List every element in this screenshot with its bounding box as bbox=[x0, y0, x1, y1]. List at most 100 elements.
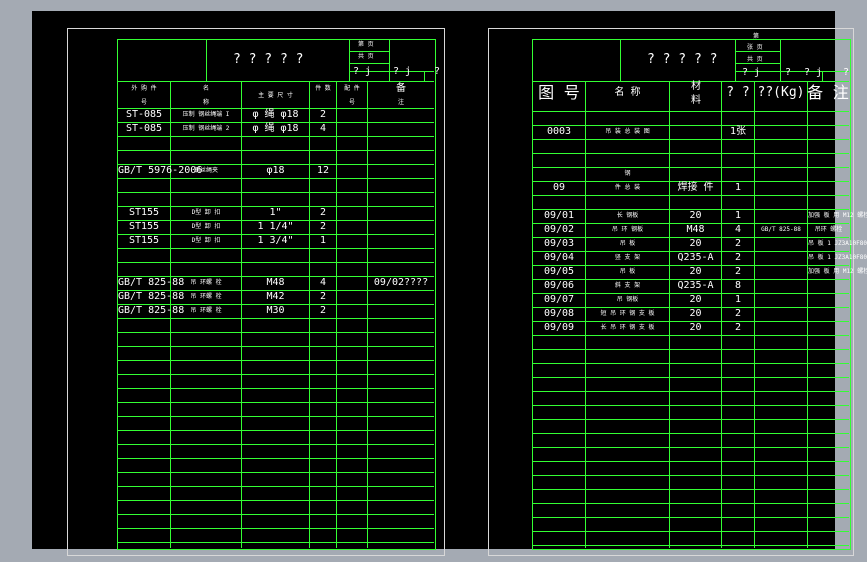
cell-part-name: 吊 装 总 装 图 bbox=[605, 128, 650, 135]
cell-part-name: D型 卸 扣 bbox=[191, 223, 221, 230]
left-tb-a: 第 页 bbox=[358, 41, 374, 48]
cell-part-code: ST-085 bbox=[125, 109, 163, 120]
grid-line bbox=[117, 346, 434, 347]
cell-part-code: ST155 bbox=[128, 221, 160, 232]
cell-quantity: 12 bbox=[316, 165, 330, 176]
grid-line bbox=[117, 150, 434, 151]
cell-main-size: φ 绳 φ18 bbox=[252, 109, 299, 120]
grid-line bbox=[117, 486, 434, 487]
cell-drawing-no: 09/09 bbox=[543, 322, 575, 333]
cell-part-name: D型 卸 扣 bbox=[191, 209, 221, 216]
cell-quantity: 2 bbox=[319, 291, 327, 302]
cell-remark: 吊 板 1 JZ3A10F80 bbox=[808, 254, 867, 261]
cell-part-name: 短 吊 环 钢 支 板 bbox=[600, 310, 655, 317]
grid-line bbox=[117, 192, 434, 193]
grid-line bbox=[532, 195, 849, 196]
grid-line bbox=[117, 318, 434, 319]
cell-main-size: M30 bbox=[266, 305, 285, 316]
cell-material: 20 bbox=[689, 308, 702, 319]
cell-drawing-no: 09/02 bbox=[543, 224, 575, 235]
grid-line bbox=[117, 542, 434, 543]
cell-quantity: 1 bbox=[734, 294, 742, 305]
grid-line bbox=[117, 136, 434, 137]
cell-quantity: 2 bbox=[734, 238, 742, 249]
grid-line bbox=[532, 503, 849, 504]
grid-line bbox=[532, 153, 849, 154]
grid-line bbox=[117, 444, 434, 445]
grid-line bbox=[117, 388, 434, 389]
grid-line bbox=[117, 332, 434, 333]
grid-line bbox=[532, 531, 849, 532]
cell-part-name: D型 卸 扣 bbox=[191, 237, 221, 244]
grid-line bbox=[117, 178, 434, 179]
grid-line bbox=[117, 360, 434, 361]
cell-material: Q235-A bbox=[677, 280, 714, 291]
cell-quantity: 2 bbox=[734, 322, 742, 333]
grid-line bbox=[735, 39, 736, 81]
cell-drawing-no: 09/05 bbox=[543, 266, 575, 277]
left-tb-e: ? bbox=[434, 66, 441, 77]
grid-line bbox=[532, 433, 849, 434]
grid-line bbox=[349, 39, 350, 81]
cell-main-size: 1 1/4" bbox=[257, 221, 294, 232]
cell-quantity: 2 bbox=[319, 221, 327, 232]
cell-part-code: GB/T 5976-2006 bbox=[118, 165, 203, 176]
grid-line bbox=[532, 335, 849, 336]
cell-part-name: 斜 支 架 bbox=[614, 282, 641, 289]
right-header-name: 名 称 bbox=[614, 87, 641, 98]
grid-line bbox=[532, 419, 849, 420]
grid-line bbox=[735, 63, 780, 64]
left-header-size: 主 要 尺 寸 bbox=[258, 92, 293, 99]
cell-part-name: 吊 板 bbox=[619, 268, 636, 275]
grid-line bbox=[349, 51, 389, 52]
cell-part-name: 压制 钢丝绳端 2 bbox=[182, 125, 230, 132]
cell-material: 焊接 件 bbox=[677, 182, 714, 193]
cell-part-name: 吊 环 钢板 bbox=[611, 226, 644, 233]
cell-part-name: 压制 钢丝绳端 I bbox=[182, 111, 230, 118]
left-header-remark-2: 注 bbox=[397, 99, 404, 106]
cell-part-name: 竖 支 架 bbox=[614, 254, 641, 261]
cell-part-name: 长 吊 环 钢 支 板 bbox=[600, 324, 655, 331]
cell-drawing-no: 09/08 bbox=[543, 308, 575, 319]
cell-material: Q235-A bbox=[677, 252, 714, 263]
cell-quantity: 2 bbox=[319, 207, 327, 218]
cell-part-name: 件 总 装 bbox=[614, 184, 641, 191]
grid-line bbox=[349, 63, 389, 64]
grid-line bbox=[424, 71, 425, 81]
grid-line bbox=[117, 472, 434, 473]
cell-drawing-no: 09 bbox=[552, 182, 566, 193]
cell-drawing-no: 09/04 bbox=[543, 252, 575, 263]
left-header-qty: 件 数 bbox=[315, 85, 331, 92]
grid-line bbox=[389, 39, 390, 81]
drawing-viewport[interactable]: ? ? ? ? ? 第 页 共 页 ? j ? j ? 外 购 件 号 名 称 … bbox=[32, 11, 867, 556]
right-header-qty: ? ? bbox=[726, 85, 750, 100]
grid-line bbox=[117, 500, 434, 501]
left-header-name: 名 bbox=[202, 85, 209, 92]
grid-line bbox=[367, 81, 368, 548]
left-header-name-2: 称 bbox=[202, 99, 209, 106]
cell-main-size: φ 绳 φ18 bbox=[252, 123, 299, 134]
right-header-drawing-no: 图 号 bbox=[538, 83, 580, 102]
grid-line bbox=[117, 402, 434, 403]
grid-line bbox=[532, 545, 849, 546]
left-header-part: 配 件 bbox=[344, 85, 360, 92]
grid-line bbox=[117, 374, 434, 375]
grid-line bbox=[532, 111, 849, 112]
cell-part-name: 长 钢板 bbox=[616, 212, 639, 219]
cell-part-code: GB/T 825-88 bbox=[118, 277, 185, 288]
cell-quantity: 2 bbox=[734, 266, 742, 277]
cell-quantity: 2 bbox=[734, 252, 742, 263]
grid-line bbox=[532, 489, 849, 490]
cell-quantity: 4 bbox=[319, 123, 327, 134]
grid-line bbox=[754, 81, 755, 548]
left-tb-c: ? j bbox=[353, 66, 372, 77]
cell-part-name: 吊 环螺 栓 bbox=[190, 279, 222, 286]
right-title: ? ? ? ? ? bbox=[647, 52, 718, 67]
grid-line bbox=[532, 447, 849, 448]
grid-line bbox=[620, 39, 621, 81]
grid-line bbox=[117, 458, 434, 459]
grid-line bbox=[117, 514, 434, 515]
cell-main-size: M42 bbox=[266, 291, 285, 302]
right-header-weight: ??(Kg) bbox=[757, 85, 805, 100]
right-tb-g: ? bbox=[843, 67, 850, 78]
